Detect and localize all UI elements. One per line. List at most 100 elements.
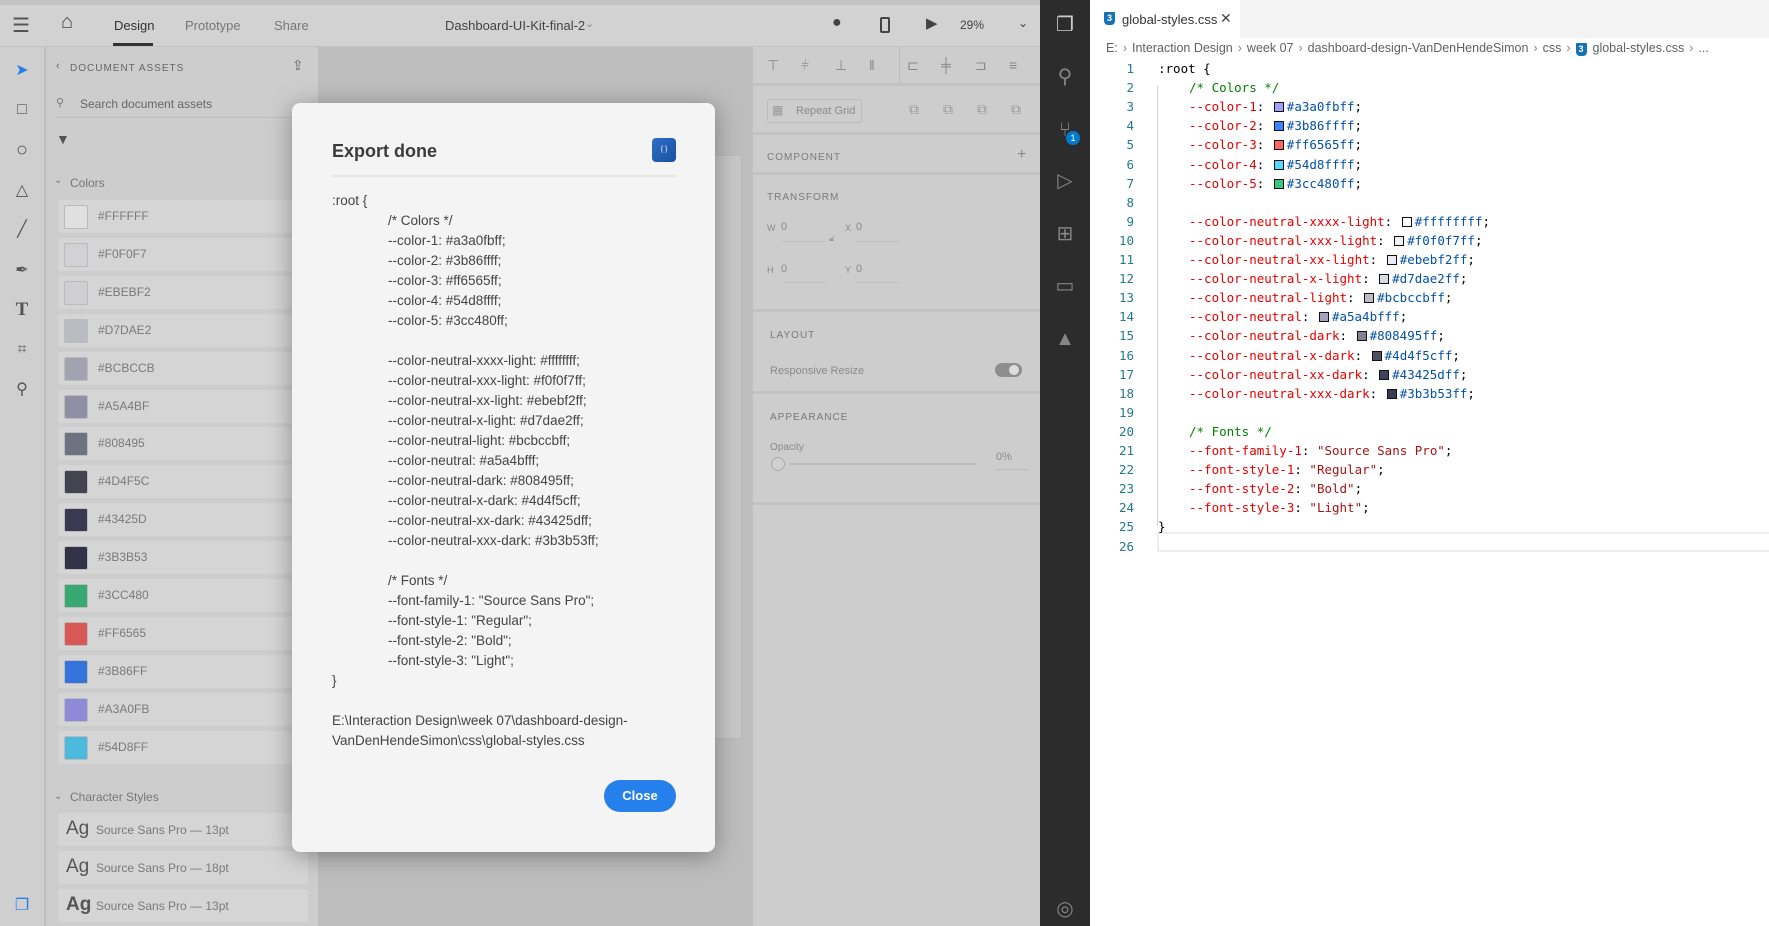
- code-line[interactable]: --color-1: #a3a0fbff;: [1189, 99, 1362, 114]
- character-style-row[interactable]: Ag Source Sans Pro — 13pt: [58, 889, 308, 922]
- color-asset-row[interactable]: #BCBCCB: [58, 351, 308, 385]
- code-line[interactable]: --color-neutral-x-light: #d7dae2ff;: [1189, 271, 1467, 286]
- pen-tool-icon[interactable]: ✒: [10, 259, 34, 283]
- code-line[interactable]: --font-style-2: "Bold";: [1189, 481, 1362, 496]
- share-user-icon[interactable]: ●: [832, 14, 842, 32]
- code-line[interactable]: --font-family-1: "Source Sans Pro";: [1189, 443, 1452, 458]
- code-line[interactable]: --color-4: #54d8ffff;: [1189, 157, 1362, 172]
- code-line[interactable]: --color-neutral: #a5a4bfff;: [1189, 309, 1407, 324]
- breadcrumb-item[interactable]: css: [1543, 41, 1562, 55]
- color-decorator-swatch[interactable]: [1394, 235, 1405, 246]
- code-line[interactable]: --font-style-3: "Light";: [1189, 500, 1370, 515]
- code-line[interactable]: --color-neutral-xxx-light: #f0f0f7ff;: [1189, 233, 1482, 248]
- color-decorator-swatch[interactable]: [1371, 350, 1382, 361]
- color-decorator-swatch[interactable]: [1379, 369, 1390, 380]
- collapse-chevron-icon[interactable]: ⌄: [54, 791, 62, 802]
- home-icon[interactable]: ⌂: [61, 11, 73, 34]
- character-style-row[interactable]: Ag Source Sans Pro — 18pt: [58, 851, 308, 884]
- code-line[interactable]: /* Colors */: [1189, 80, 1279, 95]
- code-line[interactable]: }: [1158, 519, 1166, 534]
- align-bottom-icon[interactable]: ⊥: [835, 57, 847, 74]
- tab-design[interactable]: Design: [114, 18, 154, 33]
- search-input[interactable]: Search document assets: [80, 97, 212, 111]
- play-icon[interactable]: ▶: [926, 14, 938, 32]
- color-asset-row[interactable]: #3CC480: [58, 579, 308, 612]
- color-decorator-swatch[interactable]: [1386, 255, 1397, 265]
- color-decorator-swatch[interactable]: [1273, 178, 1284, 189]
- search-icon[interactable]: ⚲: [1052, 64, 1078, 90]
- width-input[interactable]: 0: [781, 221, 787, 233]
- breadcrumb-item[interactable]: dashboard-design-VanDenHendeSimon: [1308, 41, 1529, 55]
- polygon-tool-icon[interactable]: △: [10, 179, 34, 203]
- lock-aspect-icon[interactable]: 🔓︎: [829, 233, 835, 244]
- y-input[interactable]: 0: [856, 263, 862, 275]
- breadcrumb-item[interactable]: ...: [1698, 41, 1708, 55]
- breadcrumb-item[interactable]: E:: [1106, 41, 1118, 55]
- artboard-tool-icon[interactable]: ⌗: [10, 338, 34, 362]
- color-decorator-swatch[interactable]: [1401, 216, 1412, 227]
- zoom-chevron-icon[interactable]: ⌄: [1018, 16, 1028, 30]
- line-tool-icon[interactable]: ╱: [10, 218, 34, 242]
- code-line[interactable]: --color-2: #3b86ffff;: [1189, 118, 1362, 133]
- color-decorator-swatch[interactable]: [1273, 159, 1284, 170]
- opacity-slider-track[interactable]: [789, 463, 977, 465]
- align-center-icon[interactable]: ╪: [941, 57, 951, 73]
- code-line[interactable]: --color-neutral-dark: #808495ff;: [1189, 328, 1445, 343]
- code-line[interactable]: --color-neutral-light: #bcbccbff;: [1189, 290, 1452, 305]
- color-asset-row[interactable]: #FFFFFF: [58, 200, 308, 233]
- code-line[interactable]: :root {: [1158, 61, 1211, 76]
- back-chevron-icon[interactable]: ‹: [56, 60, 60, 72]
- color-asset-row[interactable]: #A5A4BF: [58, 389, 308, 423]
- code-line[interactable]: --color-neutral-xx-light: #ebebf2ff;: [1189, 252, 1475, 267]
- text-tool-icon[interactable]: T: [10, 298, 34, 322]
- filter-icon[interactable]: ▼: [56, 131, 70, 147]
- close-button[interactable]: Close: [604, 780, 676, 812]
- color-asset-row[interactable]: #D7DAE2: [58, 313, 308, 347]
- color-decorator-swatch[interactable]: [1273, 102, 1284, 113]
- color-asset-row[interactable]: #F0F0F7: [58, 237, 308, 271]
- color-decorator-swatch[interactable]: [1386, 388, 1397, 399]
- code-line[interactable]: --color-neutral-xxx-dark: #3b3b53ff;: [1189, 386, 1475, 401]
- color-asset-row[interactable]: #4D4F5C: [58, 465, 308, 499]
- breadcrumb-item[interactable]: Interaction Design: [1132, 41, 1233, 55]
- distribute-horizontal-icon[interactable]: ‖: [869, 57, 875, 73]
- tab-global-styles-css[interactable]: 3 global-styles.css ✕: [1090, 0, 1240, 38]
- tab-prototype[interactable]: Prototype: [185, 18, 241, 33]
- opacity-slider-thumb[interactable]: [771, 457, 785, 471]
- color-asset-row[interactable]: #3B3B53: [58, 541, 308, 575]
- code-line[interactable]: --color-3: #ff6565ff;: [1189, 137, 1362, 152]
- align-middle-icon[interactable]: ⫩: [801, 57, 809, 74]
- add-component-icon[interactable]: +: [1017, 146, 1026, 164]
- color-decorator-swatch[interactable]: [1379, 274, 1390, 285]
- libraries-icon[interactable]: ❐: [10, 894, 34, 918]
- align-top-icon[interactable]: ⊤: [767, 57, 779, 74]
- align-right-icon[interactable]: ⊐: [975, 57, 987, 74]
- opacity-input[interactable]: 0%: [996, 451, 1012, 463]
- code-line[interactable]: --color-neutral-x-dark: #4d4f5cff;: [1189, 348, 1460, 363]
- remote-explorer-icon[interactable]: ▭: [1052, 273, 1078, 299]
- color-asset-row[interactable]: #808495: [58, 427, 308, 461]
- color-asset-row[interactable]: #EBEBF2: [58, 275, 308, 309]
- color-asset-row[interactable]: #3B86FF: [58, 654, 308, 688]
- tab-share[interactable]: Share: [274, 18, 309, 33]
- code-line[interactable]: --color-neutral-xxxx-light: #ffffffff;: [1189, 214, 1490, 229]
- character-styles-heading[interactable]: Character Styles: [70, 790, 159, 804]
- repeat-grid-button[interactable]: ▦ Repeat Grid: [767, 99, 862, 123]
- color-decorator-swatch[interactable]: [1318, 312, 1329, 323]
- device-preview-icon[interactable]: [880, 17, 890, 33]
- collapse-chevron-icon[interactable]: ⌄: [54, 175, 62, 186]
- boolean-intersect-icon[interactable]: ⧉: [977, 101, 987, 118]
- colors-heading[interactable]: Colors: [70, 176, 105, 190]
- color-asset-row[interactable]: #43425D: [58, 503, 308, 537]
- height-input[interactable]: 0: [781, 263, 787, 275]
- color-decorator-swatch[interactable]: [1356, 331, 1367, 342]
- explorer-icon[interactable]: ❐: [1052, 12, 1078, 38]
- close-tab-icon[interactable]: ✕: [1220, 10, 1232, 27]
- color-decorator-swatch[interactable]: [1273, 140, 1284, 151]
- zoom-tool-icon[interactable]: ⚲: [10, 378, 34, 402]
- color-decorator-swatch[interactable]: [1364, 293, 1375, 304]
- color-asset-row[interactable]: #54D8FF: [58, 730, 308, 764]
- document-title[interactable]: Dashboard-UI-Kit-final-2: [445, 18, 585, 33]
- color-decorator-swatch[interactable]: [1273, 121, 1284, 132]
- breadcrumb-item[interactable]: week 07: [1247, 41, 1294, 55]
